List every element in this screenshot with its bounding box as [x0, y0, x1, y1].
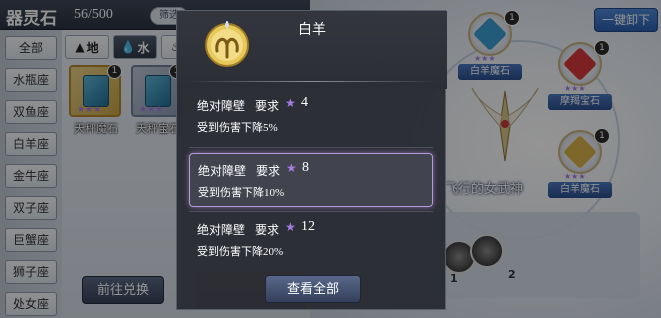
effect-requirement-label: 要求	[255, 99, 280, 113]
star-icon: ★	[285, 96, 296, 110]
popup-title: 白羊	[298, 23, 326, 38]
effect-divider	[189, 211, 433, 212]
effect-requirement-value: 12	[301, 219, 315, 234]
effect-description: 受到伤害下降20%	[197, 246, 284, 258]
set-bonus-popup: 白羊 绝对障壁 要求 ★ 4 受到伤害下降5% 绝对障壁 要求 ★ 8 受到伤害…	[176, 10, 447, 310]
set-effect-tier-3: 绝对障壁 要求 ★ 12 受到伤害下降20%	[189, 213, 433, 267]
effect-requirement-value: 8	[302, 160, 309, 175]
effect-requirement-label: 要求	[255, 223, 280, 237]
header-divider	[187, 81, 437, 82]
effect-name: 绝对障壁	[198, 164, 247, 178]
set-effect-tier-1: 绝对障壁 要求 ★ 4 受到伤害下降5%	[189, 89, 433, 143]
effect-description: 受到伤害下降5%	[197, 122, 278, 134]
effect-name: 绝对障壁	[197, 223, 246, 237]
effect-requirement-value: 4	[301, 95, 308, 110]
view-all-button[interactable]: 查看全部	[265, 275, 361, 303]
effect-name: 绝对障壁	[197, 99, 246, 113]
popup-header: 白羊	[177, 11, 447, 89]
star-icon: ★	[286, 161, 297, 175]
effect-description: 受到伤害下降10%	[198, 187, 285, 199]
effect-divider	[189, 147, 433, 148]
effect-requirement-label: 要求	[256, 164, 281, 178]
set-effect-tier-2: 绝对障壁 要求 ★ 8 受到伤害下降10%	[189, 153, 433, 207]
star-icon: ★	[285, 220, 296, 234]
